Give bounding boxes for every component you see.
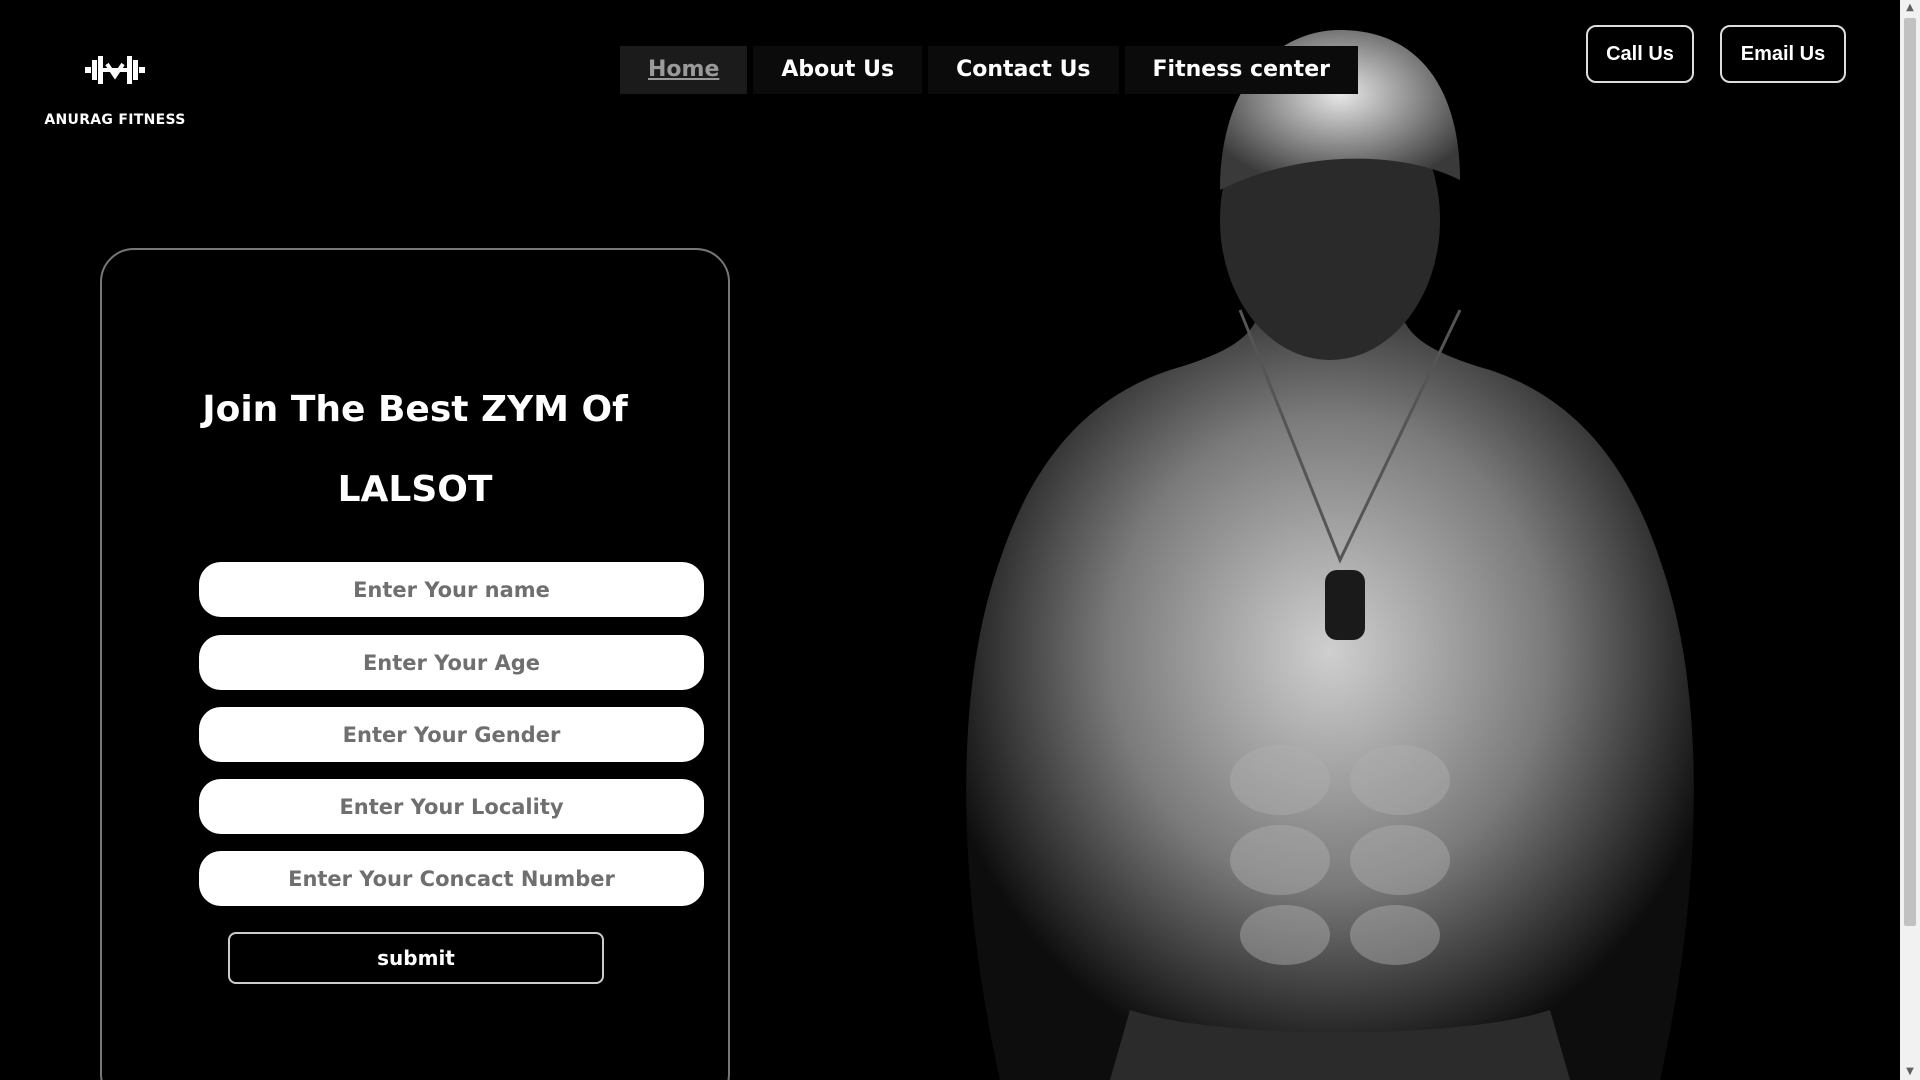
locality-input[interactable] [199, 779, 704, 834]
scroll-up-arrow-icon[interactable]: ▲ [1900, 0, 1920, 16]
nav-contact-us[interactable]: Contact Us [928, 46, 1119, 94]
scrollbar-thumb[interactable] [1904, 18, 1916, 926]
email-us-button[interactable]: Email Us [1720, 25, 1846, 83]
join-form-card: Join The Best ZYM Of LALSOT submit [100, 248, 730, 1080]
form-title-line-2: LALSOT [337, 469, 493, 510]
contact-number-input[interactable] [199, 851, 704, 906]
scroll-down-arrow-icon[interactable]: ▼ [1900, 1064, 1920, 1080]
gender-input[interactable] [199, 707, 704, 762]
brand-logo[interactable]: ANURAG FITNESS [40, 50, 190, 128]
age-input[interactable] [199, 635, 704, 690]
dumbbell-icon [85, 56, 145, 84]
page: ANURAG FITNESS Home About Us Contact Us … [0, 0, 1900, 1080]
vertical-scrollbar[interactable]: ▲ ▼ [1900, 0, 1920, 1080]
nav-fitness-center[interactable]: Fitness center [1124, 46, 1358, 94]
submit-button[interactable]: submit [228, 932, 604, 984]
nav-home[interactable]: Home [620, 46, 748, 94]
hero-image [700, 0, 1900, 1080]
form-title: Join The Best ZYM Of LALSOT [102, 370, 728, 530]
form-title-line-1: Join The Best ZYM Of [202, 389, 628, 430]
name-input[interactable] [199, 562, 704, 617]
main-nav: Home About Us Contact Us Fitness center [620, 46, 1358, 94]
call-us-button[interactable]: Call Us [1586, 25, 1694, 83]
brand-name: ANURAG FITNESS [44, 112, 186, 128]
nav-about-us[interactable]: About Us [753, 46, 923, 94]
